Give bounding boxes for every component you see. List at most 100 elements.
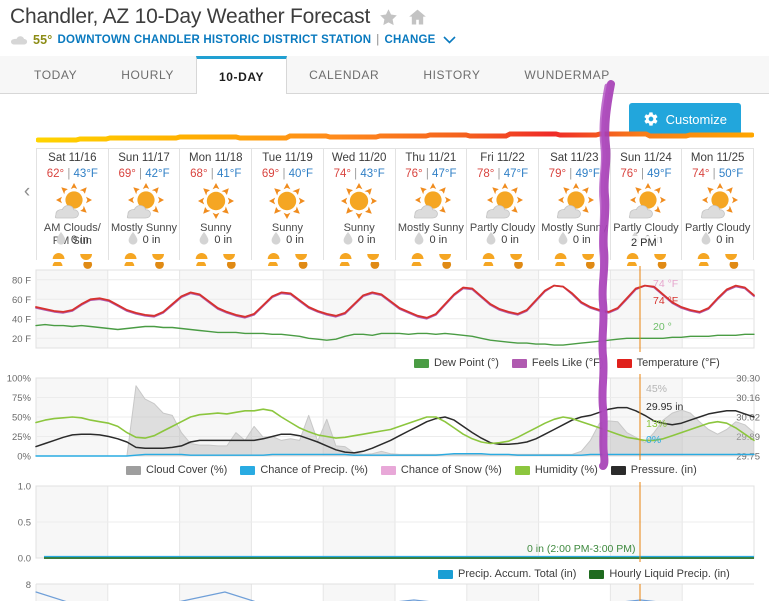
- day-card[interactable]: Wed 11/20 74° | 43°F Sunny 0 in: [323, 149, 396, 260]
- svg-text:74 °F: 74 °F: [653, 295, 678, 307]
- day-low-temp: 49: [647, 168, 660, 180]
- day-precip: 0 in: [56, 232, 89, 248]
- raindrop-icon: [128, 232, 138, 248]
- change-station-link[interactable]: CHANGE: [384, 34, 435, 46]
- day-precip: 0 in: [343, 232, 376, 248]
- tab-10-day[interactable]: 10-DAY: [195, 56, 288, 94]
- day-temperatures: 69° | 42°F: [118, 168, 170, 180]
- day-name: Mon 11/18: [189, 152, 243, 164]
- raindrop-icon: [271, 232, 281, 248]
- day-low-temp: 47: [432, 168, 445, 180]
- wind-chart[interactable]: 8: [0, 578, 769, 601]
- legend-item[interactable]: Temperature (°F): [616, 357, 720, 369]
- svg-text:100%: 100%: [7, 374, 32, 385]
- sun-icon: [193, 181, 239, 221]
- legend-item[interactable]: Feels Like (°F): [511, 357, 604, 369]
- day-precip-amount: 0 in: [286, 234, 304, 246]
- sunrise-sunset-markers: [611, 249, 682, 260]
- station-row: 55° DOWNTOWN CHANDLER HISTORIC DISTRICT …: [10, 33, 769, 47]
- legend-item[interactable]: Humidity (%): [514, 464, 598, 476]
- legend-item[interactable]: Dew Point (°): [414, 357, 499, 369]
- svg-text:20 °: 20 °: [653, 321, 672, 333]
- day-precip: 0 in: [414, 232, 447, 248]
- raindrop-icon: [701, 232, 711, 248]
- legend-label: Temperature (°F): [636, 357, 720, 369]
- day-precip-amount: 0 in: [429, 234, 448, 246]
- sunrise-sunset-markers: [682, 249, 753, 260]
- legend-item[interactable]: Chance of Precip. (%): [240, 464, 368, 476]
- legend-item[interactable]: Pressure. (in): [610, 464, 697, 476]
- svg-text:0%: 0%: [17, 452, 31, 463]
- day-temp-unit: °F: [516, 168, 529, 180]
- day-temperatures: 68° | 41°F: [190, 168, 242, 180]
- day-low-temp: 42: [145, 168, 159, 180]
- day-temperatures: 79° | 49°F: [548, 168, 600, 180]
- day-low-temp: 40: [288, 168, 302, 180]
- sun-behind-cloud-icon: [47, 181, 97, 221]
- tab-history[interactable]: HISTORY: [401, 56, 502, 93]
- svg-text:8: 8: [26, 580, 31, 591]
- day-high-temp: 74°: [692, 168, 710, 180]
- sun-behind-cloud-icon: [478, 181, 528, 221]
- raindrop-icon: [558, 232, 568, 248]
- legend-item[interactable]: Chance of Snow (%): [380, 464, 502, 476]
- day-temp-unit: °F: [588, 168, 600, 180]
- raindrop-icon: [343, 232, 353, 248]
- separator: |: [376, 34, 380, 46]
- day-precip-amount: 0 in: [142, 234, 161, 246]
- legend-label: Humidity (%): [534, 464, 598, 476]
- prev-days-button[interactable]: ‹: [16, 180, 38, 204]
- day-temp-unit: °F: [301, 168, 314, 180]
- day-card[interactable]: Sun 11/17 69° | 42°F Mostly Sunny 0 in: [108, 149, 181, 260]
- tab-calendar[interactable]: CALENDAR: [287, 56, 401, 93]
- temperature-trend-strip: [35, 130, 755, 146]
- svg-text:45%: 45%: [646, 383, 667, 395]
- day-precip: 0 in: [701, 232, 734, 248]
- sunrise-sunset-markers: [467, 249, 538, 260]
- day-high-temp: 69°: [261, 168, 280, 180]
- day-low-temp: 43: [360, 168, 374, 180]
- tab-hourly[interactable]: HOURLY: [99, 56, 196, 93]
- star-icon[interactable]: [378, 7, 399, 28]
- home-icon[interactable]: [407, 7, 428, 28]
- chevron-down-icon[interactable]: [442, 33, 456, 47]
- day-name: Sat 11/16: [48, 152, 97, 164]
- day-temperatures: 69° | 40°F: [261, 168, 314, 180]
- svg-text:80 F: 80 F: [12, 275, 31, 286]
- day-precip: 0 in: [199, 232, 232, 248]
- day-card[interactable]: Sat 11/23 79° | 49°F Mostly Sunny 0 in: [538, 149, 611, 260]
- day-card[interactable]: Mon 11/18 68° | 41°F Sunny 0 in: [180, 149, 253, 260]
- svg-text:74 °F: 74 °F: [653, 278, 678, 290]
- legend-label: Chance of Snow (%): [400, 464, 502, 476]
- legend-swatch: [610, 465, 626, 475]
- hover-time-tooltip: 2 PM: [628, 236, 660, 250]
- svg-text:0.5: 0.5: [18, 518, 31, 529]
- raindrop-icon: [414, 232, 424, 248]
- temperature-chart-legend: Dew Point (°) Feels Like (°F) Temperature …: [408, 355, 726, 371]
- day-temperatures: 74° | 50°F: [692, 168, 744, 180]
- day-high-temp: 78°: [476, 168, 495, 180]
- day-name: Sun 11/17: [118, 152, 170, 164]
- legend-swatch: [240, 465, 256, 475]
- day-card[interactable]: Thu 11/21 76° | 47°F Mostly Sunny 0 in: [395, 149, 468, 260]
- day-card[interactable]: Fri 11/22 78° | 47°F Partly Cloudy 0 in: [467, 149, 539, 260]
- day-name: Sun 11/24: [620, 152, 672, 164]
- tab-wundermap[interactable]: WUNDERMAP: [502, 56, 631, 93]
- day-card[interactable]: Mon 11/25 74° | 50°F Partly Cloudy 0 in: [682, 149, 755, 260]
- svg-text:60 F: 60 F: [12, 295, 31, 306]
- station-name-link[interactable]: DOWNTOWN CHANDLER HISTORIC DISTRICT STAT…: [58, 34, 372, 46]
- cloud-humidity-pressure-chart-legend: Cloud Cover (%) Chance of Precip. (%) Chan…: [120, 462, 703, 478]
- day-high-temp: 76°: [405, 168, 423, 180]
- legend-swatch: [126, 465, 141, 475]
- legend-swatch: [616, 358, 632, 368]
- legend-label: Chance of Precip. (%): [260, 464, 368, 476]
- legend-item[interactable]: Cloud Cover (%): [126, 464, 227, 476]
- tab-today[interactable]: TODAY: [12, 56, 99, 93]
- legend-swatch: [380, 465, 396, 475]
- day-card[interactable]: Sat 11/16 62° | 43°F AM Clouds/ PM Sun 0 in: [36, 149, 109, 260]
- day-temp-unit: °F: [158, 168, 170, 180]
- day-temp-unit: °F: [229, 168, 242, 180]
- day-card[interactable]: Tue 11/19 69° | 40°F Sunny 0 in: [252, 149, 324, 260]
- day-name: Tue 11/19: [262, 152, 313, 164]
- sunrise-sunset-markers: [180, 249, 251, 260]
